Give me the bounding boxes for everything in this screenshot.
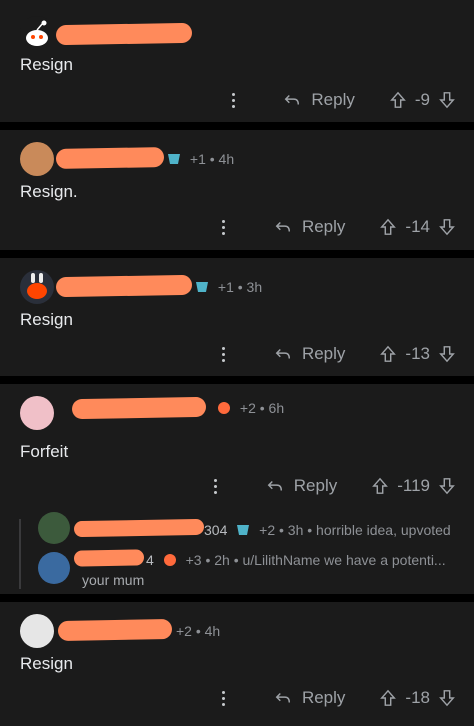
comment-meta: +2 • 6h bbox=[216, 400, 284, 416]
flair-points: +2 bbox=[239, 400, 256, 416]
redacted-username bbox=[55, 22, 193, 46]
vote-score: -119 bbox=[397, 476, 430, 495]
vote-group: -9 bbox=[389, 90, 456, 110]
reply-icon bbox=[275, 221, 290, 232]
avatar[interactable] bbox=[20, 16, 54, 50]
redacted-username bbox=[57, 619, 173, 641]
flair-points: +2 bbox=[176, 623, 192, 639]
avatar[interactable] bbox=[20, 396, 54, 430]
vote-score: -9 bbox=[414, 90, 430, 109]
vote-score: -13 bbox=[405, 344, 430, 363]
comment-card-1: Resign Reply -9 bbox=[0, 0, 474, 122]
reply-avatar[interactable] bbox=[38, 552, 70, 584]
comment-actions: Reply -14 bbox=[218, 213, 456, 241]
more-options-icon[interactable] bbox=[218, 219, 230, 235]
upvote-icon[interactable] bbox=[371, 477, 389, 495]
timestamp: • 4h bbox=[195, 623, 221, 639]
reply-avatar[interactable] bbox=[38, 512, 70, 544]
comment-actions: Reply -13 bbox=[218, 340, 456, 368]
avatar[interactable] bbox=[20, 142, 54, 176]
comment-meta: +1 • 3h bbox=[194, 279, 262, 295]
reply-meta-row[interactable]: 4 +3 • 2h • u/LilithName we have a poten… bbox=[146, 552, 446, 568]
reply-button[interactable]: Reply bbox=[266, 476, 337, 496]
reply-label: Reply bbox=[311, 90, 355, 109]
reply-icon bbox=[275, 692, 290, 703]
vote-group: -119 bbox=[371, 476, 456, 496]
redacted-username bbox=[71, 396, 207, 420]
vote-group: -13 bbox=[379, 344, 456, 364]
vote-score: -14 bbox=[405, 217, 430, 236]
thread-line bbox=[19, 519, 21, 589]
comment-actions: Reply -119 bbox=[210, 472, 456, 500]
more-options-icon[interactable] bbox=[218, 346, 230, 362]
reply-preview: your mum bbox=[82, 572, 145, 588]
reply-label: Reply bbox=[293, 476, 338, 495]
timestamp: • 6h bbox=[259, 400, 285, 416]
redacted-username bbox=[55, 147, 165, 169]
flair-points: +3 bbox=[185, 552, 202, 568]
redacted-username bbox=[73, 518, 205, 538]
comment-card-5: +2 • 4h Resign Reply -18 bbox=[0, 602, 474, 726]
downvote-icon[interactable] bbox=[438, 689, 456, 707]
timestamp: • 3h bbox=[237, 279, 263, 295]
comment-body: Resign bbox=[20, 654, 73, 673]
name-suffix: 304 bbox=[204, 522, 228, 538]
comment-card-2: +1 • 4h Resign. Reply -14 bbox=[0, 130, 474, 250]
more-options-icon[interactable] bbox=[227, 92, 239, 108]
reply-meta: • 3h • horrible idea, upvoted bbox=[279, 522, 451, 538]
vote-score: -18 bbox=[405, 688, 430, 707]
reply-label: Reply bbox=[301, 344, 346, 363]
reply-label: Reply bbox=[301, 217, 346, 236]
reply-button[interactable]: Reply bbox=[274, 688, 345, 708]
reply-meta: • 2h • u/LilithName we have a potenti... bbox=[205, 552, 446, 568]
vote-group: -14 bbox=[379, 217, 456, 237]
award-icon bbox=[168, 154, 180, 164]
avatar[interactable] bbox=[20, 270, 54, 304]
award-icon bbox=[237, 525, 250, 535]
more-options-icon[interactable] bbox=[210, 478, 222, 494]
avatar[interactable] bbox=[20, 614, 54, 648]
reply-icon bbox=[285, 94, 300, 105]
reply-icon bbox=[275, 348, 290, 359]
reply-label: Reply bbox=[301, 688, 346, 707]
upvote-icon[interactable] bbox=[379, 218, 397, 236]
downvote-icon[interactable] bbox=[438, 91, 456, 109]
award-icon bbox=[218, 402, 230, 414]
reply-button[interactable]: Reply bbox=[274, 217, 345, 237]
downvote-icon[interactable] bbox=[438, 218, 456, 236]
award-icon bbox=[196, 282, 208, 292]
redacted-username bbox=[55, 274, 193, 298]
vote-group: -18 bbox=[379, 688, 456, 708]
comment-body: Resign bbox=[20, 310, 73, 329]
comment-meta: +1 • 4h bbox=[166, 151, 234, 167]
flair-points: +2 bbox=[259, 522, 276, 538]
comment-actions: Reply -9 bbox=[227, 86, 456, 114]
redacted-username bbox=[73, 549, 145, 567]
reply-button[interactable]: Reply bbox=[274, 344, 345, 364]
comment-card-3: +1 • 3h Resign Reply -13 bbox=[0, 258, 474, 376]
comment-body: Resign. bbox=[20, 182, 78, 201]
reply-icon bbox=[267, 480, 282, 491]
snoo-avatar-icon bbox=[26, 20, 48, 46]
comment-body: Forfeit bbox=[20, 442, 69, 461]
reply-meta-row[interactable]: 304 +2 • 3h • horrible idea, upvoted bbox=[204, 522, 451, 538]
flair-points: +1 bbox=[217, 279, 234, 295]
upvote-icon[interactable] bbox=[379, 689, 397, 707]
award-icon bbox=[163, 554, 176, 566]
timestamp: • 4h bbox=[209, 151, 235, 167]
reply-button[interactable]: Reply bbox=[283, 90, 355, 110]
bunny-avatar-icon bbox=[27, 273, 47, 299]
upvote-icon[interactable] bbox=[389, 91, 407, 109]
downvote-icon[interactable] bbox=[438, 345, 456, 363]
name-suffix: 4 bbox=[146, 552, 154, 568]
flair-points: +1 bbox=[189, 151, 206, 167]
more-options-icon[interactable] bbox=[218, 690, 230, 706]
comment-actions: Reply -18 bbox=[218, 684, 456, 712]
comment-body: Resign bbox=[20, 55, 73, 74]
upvote-icon[interactable] bbox=[379, 345, 397, 363]
downvote-icon[interactable] bbox=[438, 477, 456, 495]
comment-meta: +2 • 4h bbox=[176, 623, 220, 639]
